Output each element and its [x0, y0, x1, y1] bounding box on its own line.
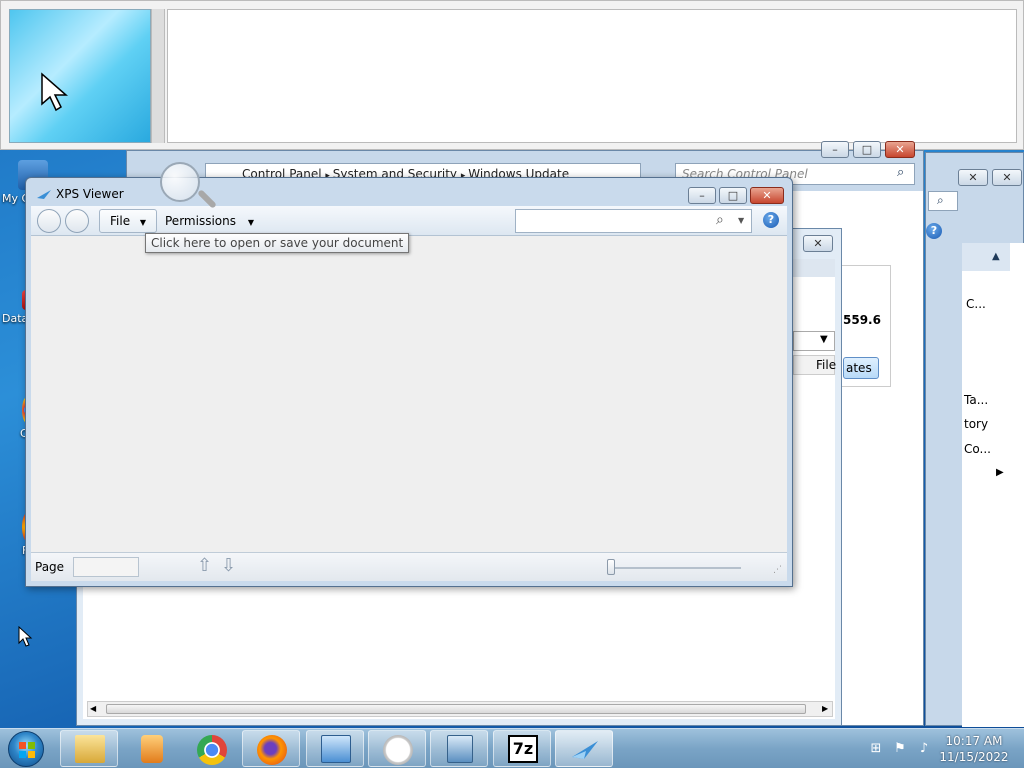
resize-grip-icon[interactable]: ⋰	[773, 565, 782, 575]
right-window-item[interactable]: Co...	[964, 442, 991, 456]
network-icon[interactable]: ⊞	[868, 741, 884, 757]
minimize-button[interactable]: –	[688, 187, 716, 204]
7zip-icon: 7z	[508, 735, 538, 763]
firefox-icon	[257, 735, 287, 765]
dropdown-arrow-icon[interactable]: ▼	[738, 216, 744, 225]
status-bar: Page ⇧ ⇩ ⋰	[31, 552, 787, 581]
magnifier-icon	[160, 162, 200, 202]
zoom-slider-thumb[interactable]	[607, 559, 615, 575]
zoom-slider-track[interactable]	[611, 567, 741, 569]
xps-toolbar: File ▼ Permissions ▼ ⌕ ▼ ?	[31, 206, 787, 236]
back-button[interactable]	[37, 209, 61, 233]
scroll-up-arrow-icon[interactable]: ▲	[992, 251, 1000, 262]
page-number-input[interactable]	[73, 557, 139, 577]
media-player-icon	[141, 735, 163, 763]
taskbar-chrome[interactable]	[182, 730, 240, 767]
page-label: Page	[35, 560, 65, 574]
clock-date: 11/15/2022	[939, 750, 1009, 764]
action-center-icon[interactable]: ⚑	[892, 741, 908, 757]
taskbar-control-panel[interactable]	[306, 730, 364, 767]
preview-thumbnail[interactable]	[9, 9, 151, 143]
document-area[interactable]	[31, 236, 787, 552]
chrome-icon	[197, 735, 227, 765]
right-window-item[interactable]: tory	[964, 417, 988, 431]
maximize-button[interactable]: □	[853, 141, 881, 158]
close-button[interactable]: ✕	[992, 169, 1022, 186]
taskbar-7zip[interactable]: 7z	[493, 730, 551, 767]
previous-page-arrow-icon[interactable]: ⇧	[197, 555, 212, 576]
clock-icon	[383, 735, 413, 765]
window-title: XPS Viewer	[56, 187, 124, 201]
tooltip: Click here to open or save your document	[145, 233, 410, 253]
taskbar-firefox[interactable]	[242, 730, 300, 767]
scrollbar-thumb[interactable]	[106, 704, 806, 714]
dropdown-arrow-icon: ▼	[247, 218, 254, 227]
close-button[interactable]: ✕	[803, 235, 833, 252]
right-window-pane: ▲ C... Ta... tory Co... ▶	[962, 243, 1024, 727]
minimize-button[interactable]: –	[821, 141, 849, 158]
forward-button[interactable]	[65, 209, 89, 233]
install-updates-button[interactable]: ates	[843, 357, 879, 379]
preview-blank-area	[167, 9, 1017, 143]
volume-icon[interactable]: ♪	[916, 741, 932, 757]
pane-header	[962, 243, 1010, 271]
header-strip	[793, 259, 835, 277]
xps-viewer-icon	[37, 190, 51, 199]
file-menu-button[interactable]: File ▼	[99, 209, 158, 233]
mouse-cursor-icon	[18, 626, 33, 647]
help-icon[interactable]: ?	[763, 212, 779, 228]
taskbar-file-explorer[interactable]	[60, 730, 118, 767]
column-header-file[interactable]: File	[793, 355, 836, 375]
search-input[interactable]: ⌕ ▼	[515, 209, 752, 233]
permissions-menu-label: Permissions	[165, 214, 236, 228]
preview-divider	[151, 9, 165, 143]
search-icon: ⌕	[897, 165, 905, 180]
start-button[interactable]	[8, 731, 44, 767]
permissions-menu-button[interactable]: Permissions ▼	[165, 209, 254, 233]
close-button[interactable]: ✕	[958, 169, 988, 186]
dropdown[interactable]: ▼	[793, 331, 835, 351]
right-window-item[interactable]: Ta...	[964, 393, 988, 407]
taskbar-remote-desktop[interactable]	[430, 730, 488, 767]
folder-icon	[75, 735, 105, 763]
control-panel-icon	[321, 735, 351, 763]
right-window-item[interactable]: C...	[966, 297, 986, 311]
maximize-button[interactable]: □	[719, 187, 747, 204]
taskbar-media-player[interactable]	[122, 730, 180, 767]
xps-viewer-icon	[572, 741, 598, 759]
taskbar: 7z ⊞ ⚑ ♪ 10:17 AM 11/15/2022	[0, 728, 1024, 768]
scroll-left-icon[interactable]: ◀	[90, 702, 96, 716]
horizontal-scrollbar[interactable]: ◀ ▶	[87, 701, 833, 717]
close-button[interactable]: ✕	[750, 187, 784, 204]
search-icon: ⌕	[716, 212, 724, 228]
scroll-right-icon[interactable]: ▶	[822, 702, 828, 716]
system-clock[interactable]: 10:17 AM 11/15/2022	[938, 733, 1010, 765]
update-size-value: 559.6	[843, 313, 881, 327]
thumbnail-preview-panel	[0, 0, 1024, 150]
search-icon: ⌕	[937, 193, 944, 207]
background-window-right[interactable]: ✕ ✕ ▲ C... Ta... tory Co... ▶ ⌕ ?	[925, 152, 1024, 727]
search-field[interactable]: ⌕	[928, 191, 958, 211]
windows-logo-icon	[19, 742, 35, 758]
remote-desktop-icon	[447, 735, 473, 763]
next-page-arrow-icon[interactable]: ⇩	[221, 555, 236, 576]
file-menu-label: File	[110, 214, 131, 228]
dropdown-arrow-icon: ▼	[139, 218, 147, 227]
clock-time: 10:17 AM	[945, 734, 1003, 748]
dropdown-arrow-icon: ▼	[820, 334, 828, 345]
cursor-arrow-icon	[41, 72, 68, 112]
close-button[interactable]: ✕	[885, 141, 915, 158]
help-icon[interactable]: ?	[926, 223, 942, 239]
chevron-right-icon[interactable]: ▶	[996, 467, 1004, 478]
taskbar-xps-viewer[interactable]	[555, 730, 613, 767]
taskbar-clock[interactable]	[368, 730, 426, 767]
